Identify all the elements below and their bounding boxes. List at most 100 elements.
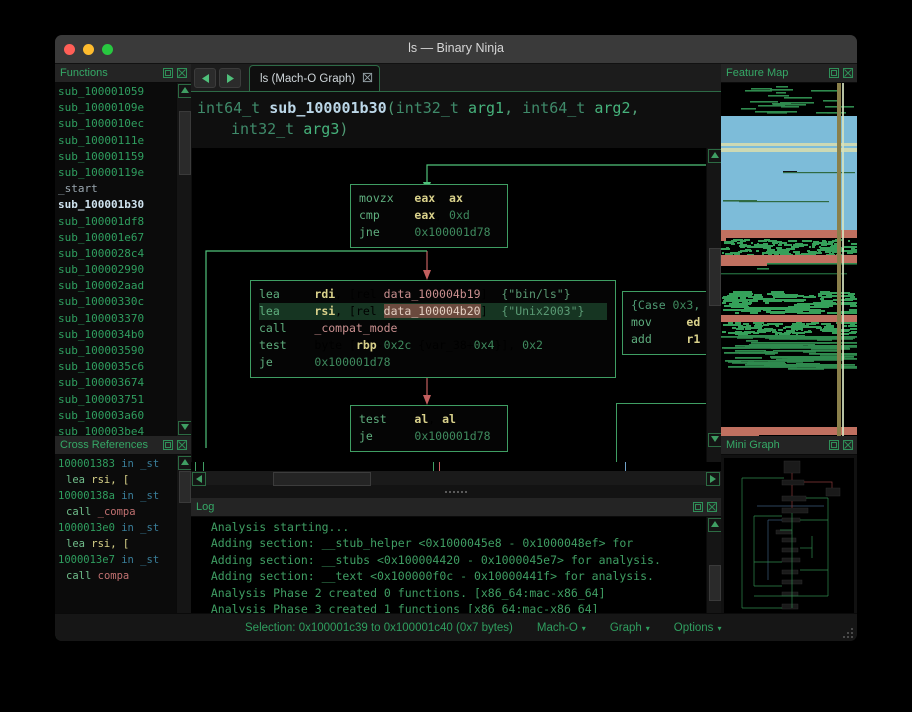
function-list-item[interactable]: sub_1000028c4 [58, 246, 177, 262]
mini-graph-detach-icon[interactable] [828, 439, 840, 451]
function-list-item[interactable]: sub_100001b30 [58, 197, 177, 213]
tab-label: ls (Mach-O Graph) [260, 73, 356, 85]
log-close-icon[interactable] [706, 501, 718, 513]
graph-scroll-up-icon[interactable] [708, 149, 721, 163]
mini-graph-canvas[interactable] [724, 458, 852, 618]
panel-splitter[interactable] [191, 485, 721, 498]
chevron-down-icon: ▾ [717, 623, 722, 633]
tab-close-icon[interactable] [362, 72, 373, 86]
graph-horizontal-scrollbar[interactable] [191, 471, 721, 486]
feature-map-detach-icon[interactable] [828, 67, 840, 79]
overview-tick [433, 462, 434, 471]
function-list-item[interactable]: sub_10000119e [58, 165, 177, 181]
chevron-down-icon: ▾ [645, 623, 650, 633]
log-line: Analysis Phase 2 created 0 functions. [x… [197, 585, 606, 600]
instruction-row[interactable]: test al, al [359, 411, 499, 428]
graph-vertical-scrollbar[interactable] [706, 148, 721, 462]
instruction-row-selected[interactable]: lea rsi, [rel data_100004b20] {"Unix2003… [259, 303, 607, 320]
functions-list-container[interactable]: sub_100001059 sub_10000109e sub_1000010ec s… [55, 83, 191, 436]
function-list-item[interactable]: sub_100001159 [58, 149, 177, 165]
functions-scroll-thumb[interactable] [179, 111, 191, 175]
function-list-item[interactable]: sub_100003674 [58, 375, 177, 391]
graph-scroll-left-icon[interactable] [192, 472, 206, 486]
scroll-up-icon[interactable] [178, 84, 191, 98]
graph-scroll-thumb[interactable] [709, 248, 721, 306]
function-list-item[interactable]: sub_100003370 [58, 311, 177, 327]
function-list-item[interactable]: sub_1000034b0 [58, 327, 177, 343]
xref-instruction-row[interactable]: call _compa [58, 504, 177, 520]
scroll-up-icon[interactable] [708, 518, 721, 532]
function-list-item[interactable]: sub_100001e67 [58, 230, 177, 246]
basic-block-bottom[interactable]: test al, al je 0x100001d78 [350, 405, 508, 452]
feature-map-canvas[interactable] [721, 83, 857, 436]
scroll-up-icon[interactable] [178, 456, 191, 470]
mini-graph-header: Mini Graph [721, 436, 857, 455]
log-detach-icon[interactable] [692, 501, 704, 513]
function-list-item[interactable]: sub_10000330c [58, 294, 177, 310]
xref-instruction-row[interactable]: lea rsi, [ [58, 472, 177, 488]
graph-mode-label: Graph [609, 622, 642, 634]
functions-vertical-scrollbar[interactable] [176, 83, 191, 436]
selection-status: Selection: 0x100001c39 to 0x100001c40 (0… [245, 622, 513, 634]
navigate-forward-button[interactable] [219, 68, 241, 88]
scroll-down-icon[interactable] [178, 421, 191, 435]
function-list-item[interactable]: sub_100003751 [58, 392, 177, 408]
mini-graph-close-icon[interactable] [842, 439, 854, 451]
xref-address-row[interactable]: 1000013e0 in _st [58, 520, 177, 536]
function-list-item[interactable]: sub_100003590 [58, 343, 177, 359]
function-list-item[interactable]: sub_100001df8 [58, 214, 177, 230]
function-list-item[interactable]: sub_10000111e [58, 133, 177, 149]
xref-instruction-row[interactable]: lea rsi, [ [58, 536, 177, 552]
disassembly-graph-view[interactable]: movzx eax, ax cmp eax, 0xd jne 0x100001d78… [191, 148, 721, 462]
navigate-back-button[interactable] [194, 68, 216, 88]
xref-address-row[interactable]: 1000013e7 in _st [58, 552, 177, 568]
instruction-row[interactable]: movzx eax, ax [359, 190, 499, 207]
signature-function-name[interactable]: sub_100001b30 [269, 99, 386, 117]
instruction-row[interactable]: cmp eax, 0xd [359, 207, 499, 224]
overview-tick [439, 462, 440, 471]
function-list-item[interactable]: _start [58, 181, 177, 197]
overview-tick [195, 462, 196, 471]
window-title: ls — Binary Ninja [408, 41, 504, 55]
function-list-item[interactable]: sub_1000010ec [58, 116, 177, 132]
function-list-item[interactable]: sub_100002990 [58, 262, 177, 278]
function-list-item[interactable]: sub_100003be4 [58, 424, 177, 436]
basic-block-main[interactable]: lea rdi, [rel data_100004b19] {"bin/ls"}… [250, 280, 616, 378]
instruction-row[interactable]: test byte [rbp-0x2c {var_38+0x4}], 0x2 [259, 337, 607, 354]
function-list-item[interactable]: sub_10000109e [58, 100, 177, 116]
function-list-item[interactable]: sub_100003a60 [58, 408, 177, 424]
function-list-item[interactable]: sub_100001059 [58, 84, 177, 100]
graph-mode-dropdown[interactable]: Graph ▾ [610, 622, 650, 634]
log-scroll-thumb[interactable] [709, 565, 721, 601]
xrefs-list[interactable]: 100001383 in _st lea rsi, [10000138a in _… [55, 455, 177, 628]
functions-close-icon[interactable] [176, 67, 188, 79]
tab-ls-macho-graph[interactable]: ls (Mach-O Graph) [249, 65, 381, 92]
functions-list[interactable]: sub_100001059 sub_10000109e sub_1000010ec s… [55, 83, 177, 436]
instruction-row[interactable]: lea rdi, [rel data_100004b19] {"bin/ls"} [259, 286, 607, 303]
instruction-row[interactable]: je 0x100001d78 [359, 428, 499, 445]
options-label: Options [673, 622, 714, 634]
instruction-row[interactable]: call _compat_mode [259, 320, 607, 337]
xref-address-row[interactable]: 10000138a in _st [58, 488, 177, 504]
xrefs-close-icon[interactable] [176, 439, 188, 451]
xrefs-detach-icon[interactable] [162, 439, 174, 451]
basic-block-top[interactable]: movzx eax, ax cmp eax, 0xd jne 0x100001d78 [350, 184, 508, 248]
left-sidebar: Functions sub_100001059 sub_10000109e sub_… [55, 64, 191, 641]
feature-map-close-icon[interactable] [842, 67, 854, 79]
xref-address-row[interactable]: 100001383 in _st [58, 456, 177, 472]
function-list-item[interactable]: sub_1000035c6 [58, 359, 177, 375]
xref-instruction-row[interactable]: call compa [58, 568, 177, 584]
window-resize-grip[interactable] [841, 626, 853, 638]
feature-map-body[interactable] [721, 83, 857, 436]
functions-detach-icon[interactable] [162, 67, 174, 79]
instruction-row[interactable]: je 0x100001d78 [259, 354, 607, 371]
mini-graph-body[interactable] [724, 458, 854, 639]
xrefs-scroll-thumb[interactable] [179, 471, 191, 503]
view-type-dropdown[interactable]: Mach-O ▾ [537, 622, 586, 634]
instruction-row[interactable]: jne 0x100001d78 [359, 224, 499, 241]
graph-scroll-right-icon[interactable] [706, 472, 720, 486]
function-list-item[interactable]: sub_100002aad [58, 278, 177, 294]
graph-hscroll-thumb[interactable] [273, 472, 371, 486]
options-dropdown[interactable]: Options ▾ [674, 622, 722, 634]
graph-scroll-down-icon[interactable] [708, 433, 721, 447]
